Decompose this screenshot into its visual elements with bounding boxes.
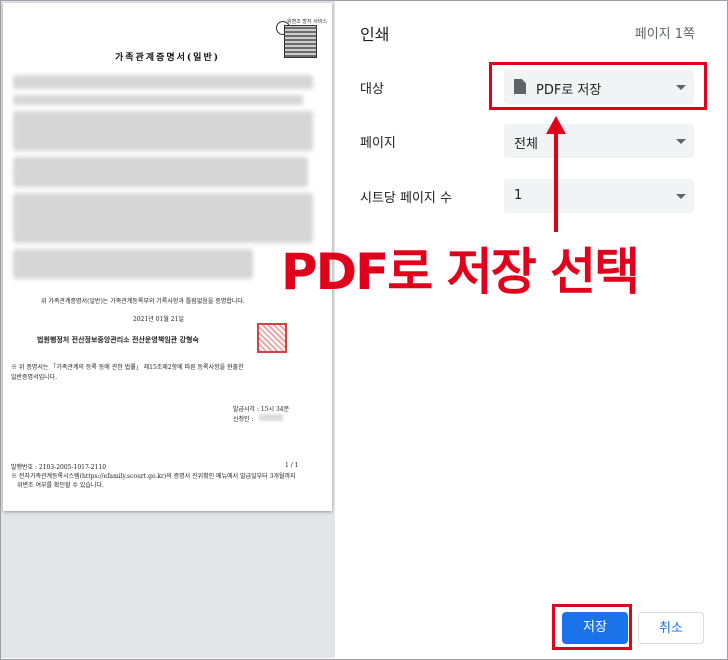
annotation-arrow-line	[554, 132, 558, 232]
per-sheet-label: 시트당 페이지 수	[360, 191, 452, 206]
pages-label: 페이지	[360, 136, 396, 151]
redacted-content	[13, 75, 313, 295]
per-sheet-value: 1	[514, 188, 523, 203]
pages-value: 전체	[514, 137, 538, 152]
destination-highlight-box	[489, 62, 707, 110]
official-stamp-icon	[257, 323, 287, 353]
annotation-text: PDF로 저장 선택	[281, 243, 640, 301]
qr-label: 위변조 방지 서비스	[287, 19, 327, 25]
doc-number: 발행번호 : 2103-2005-1017-2110	[11, 464, 107, 471]
pages-select[interactable]: 전체	[504, 124, 694, 158]
footer-line-1: ※ 전자가족관계등록시스템(https://efamily.scourt.go.…	[11, 473, 296, 480]
chevron-down-icon	[676, 139, 686, 144]
panel-title: 인쇄	[360, 25, 390, 44]
applicant-label: 신청인 :	[233, 416, 254, 423]
certify-text: 위 가족관계증명서(일반)는 가족관계등록부의 기록사항과 틀림없음을 증명합니…	[41, 298, 245, 305]
footer-line-2: 위변조 여부를 확인할 수 있습니다.	[17, 482, 104, 489]
issuer: 법원행정처 전산정보중앙관리소 전산운영책임관 강형숙	[37, 335, 199, 344]
chevron-down-icon	[676, 194, 686, 199]
notice-line-1: ※ 위 증명서는 「가족관계의 등록 등에 관한 법률」 제15조제2항에 따른…	[11, 364, 244, 371]
issue-date: 2021년 01월 21일	[133, 316, 184, 323]
save-button[interactable]: 저장	[562, 612, 628, 644]
page-count-doc: 1 / 1	[285, 462, 299, 469]
print-preview: 위변조 방지 서비스 가족관계증명서(일반) 위 가족관계증명서(일반)는 가족…	[1, 1, 335, 658]
notice-line-2: 일반증명서입니다.	[11, 374, 58, 381]
per-sheet-select[interactable]: 1	[504, 179, 694, 213]
destination-label: 대상	[360, 82, 384, 97]
document-title: 가족관계증명서(일반)	[114, 53, 221, 63]
issue-time: 발급시각 : 15시 34분	[233, 406, 290, 413]
cancel-button[interactable]: 취소	[638, 612, 704, 644]
redacted-applicant	[259, 414, 283, 421]
sheet-count: 페이지 1쪽	[634, 27, 695, 42]
